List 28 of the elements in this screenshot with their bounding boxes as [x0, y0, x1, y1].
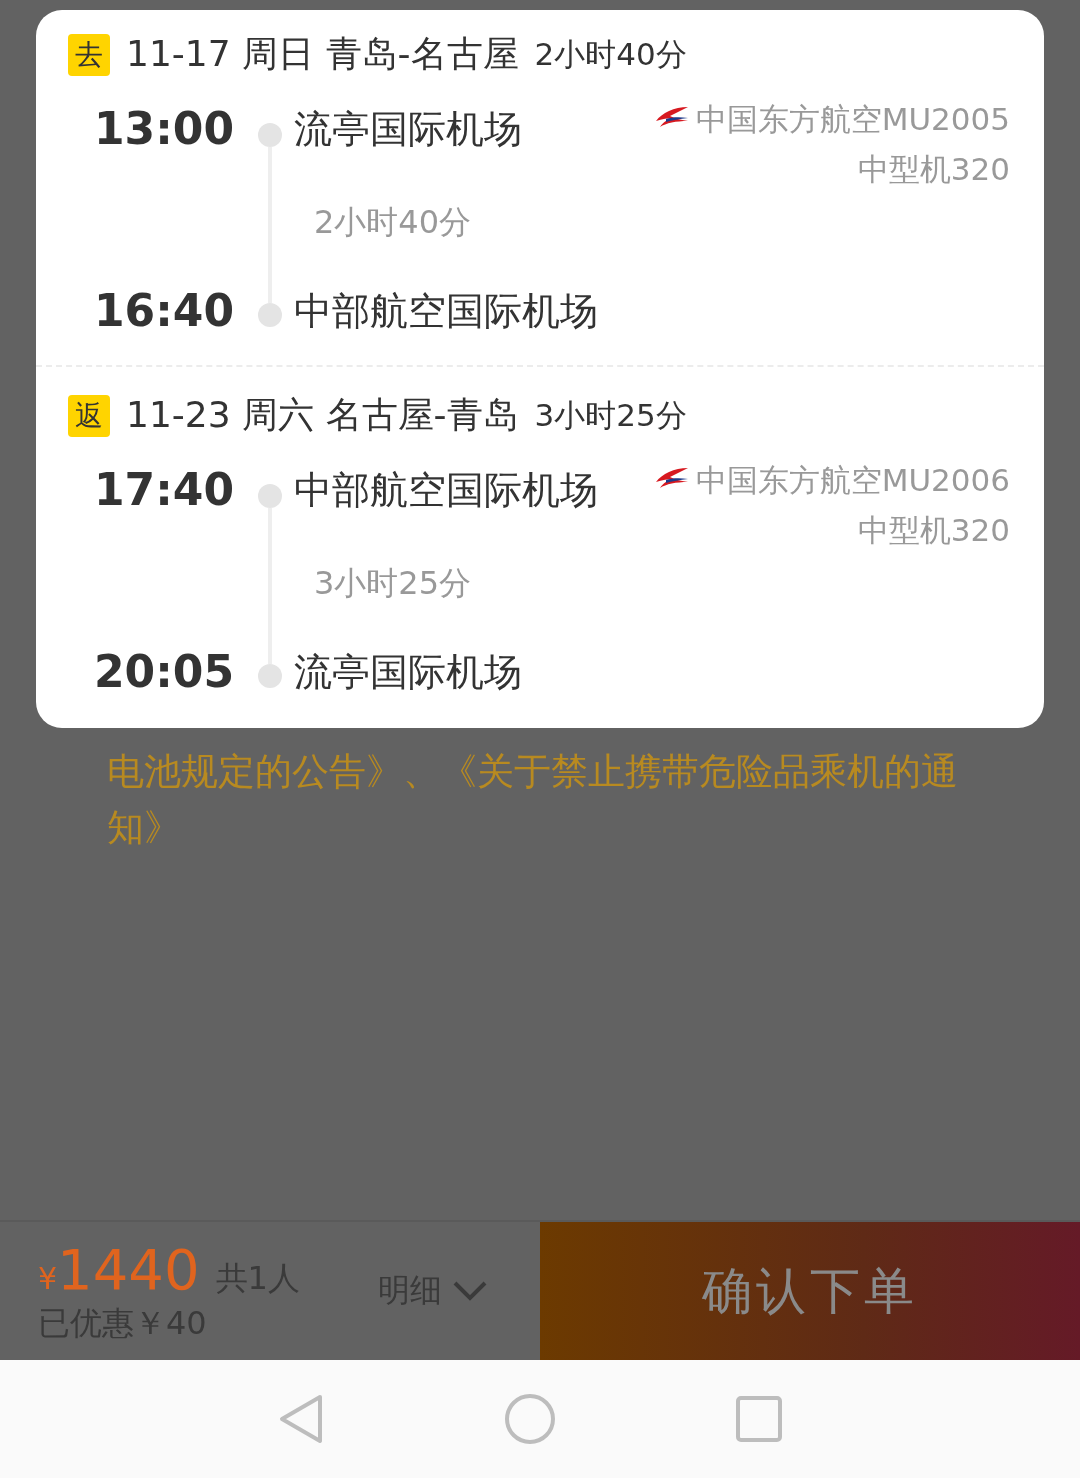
notice-text: 电池规定的公告》、《关于禁止携带危险品乘机的通知》	[107, 749, 959, 851]
airline-flight: 中国东方航空MU2005	[695, 100, 1010, 139]
chevron-down-icon	[452, 1280, 488, 1302]
recents-icon[interactable]	[736, 1396, 782, 1442]
arrival-time: 20:05	[93, 645, 235, 699]
aircraft-type: 中型机320	[857, 511, 1010, 550]
segment-duration: 2小时40分	[534, 34, 687, 74]
airline-flight: 中国东方航空MU2006	[695, 461, 1010, 500]
segment-title: 11-23 周六 名古屋-青岛	[126, 393, 519, 437]
segment-title: 11-17 周日 青岛-名古屋	[126, 32, 519, 76]
submit-order-button[interactable]: 确认下单	[540, 1222, 1080, 1360]
total-price: 1440	[57, 1236, 200, 1302]
home-icon[interactable]	[504, 1393, 556, 1445]
arrival-time: 16:40	[93, 284, 235, 338]
departure-time: 17:40	[93, 463, 235, 517]
currency-symbol: ¥	[38, 1260, 58, 1296]
back-icon[interactable]	[278, 1394, 324, 1444]
aircraft-type: 中型机320	[857, 150, 1010, 189]
direction-tag: 返	[68, 394, 110, 437]
departure-airport: 中部航空国际机场	[293, 467, 599, 514]
flight-duration: 3小时25分	[313, 563, 473, 604]
flight-duration: 2小时40分	[313, 202, 473, 243]
segment-duration: 3小时25分	[534, 395, 687, 435]
departure-airport: 流亭国际机场	[293, 106, 523, 153]
arrival-airport: 流亭国际机场	[293, 649, 523, 696]
direction-tag: 去	[68, 33, 110, 76]
departure-time: 13:00	[93, 102, 235, 156]
arrival-airport: 中部航空国际机场	[293, 288, 599, 335]
